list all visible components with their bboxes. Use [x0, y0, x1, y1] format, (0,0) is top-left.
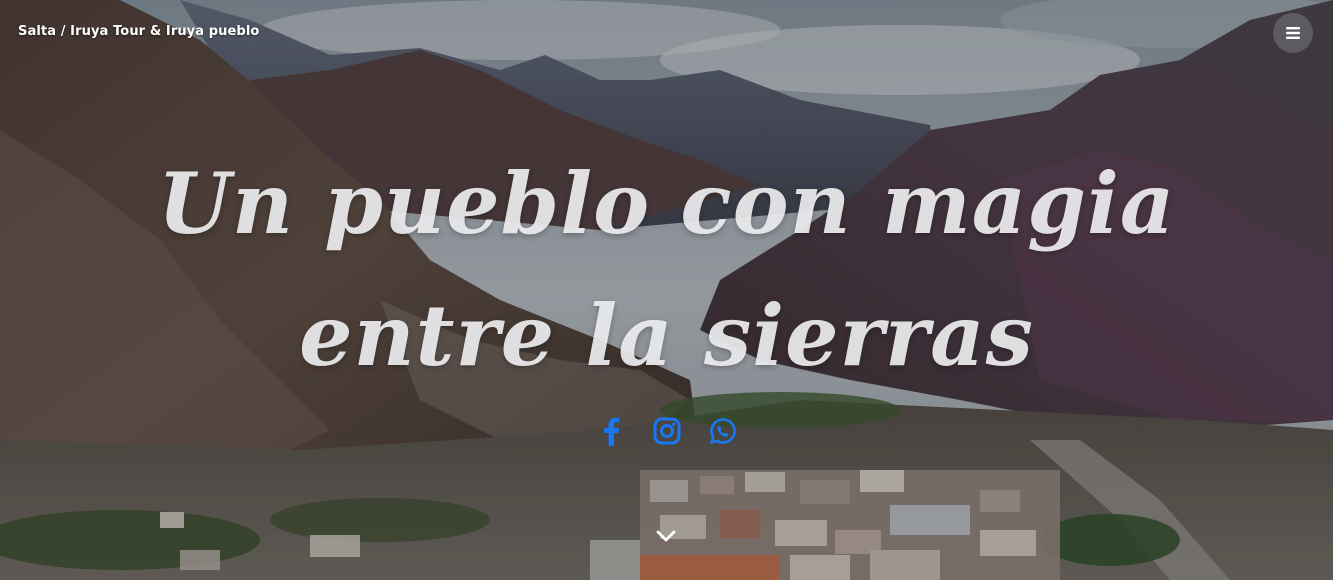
whatsapp-icon — [710, 418, 736, 444]
facebook-link[interactable] — [594, 414, 628, 448]
facebook-icon — [604, 417, 620, 446]
social-links — [594, 414, 740, 448]
hero-headline-line-2: entre la sierras — [299, 286, 1034, 385]
instagram-link[interactable] — [650, 414, 684, 448]
hero-section: Salta / Iruya Tour & Iruya pueblo Un pue… — [0, 0, 1333, 580]
chevron-down-icon — [656, 530, 676, 542]
brand-link[interactable]: Salta / Iruya Tour & Iruya pueblo — [18, 24, 259, 39]
whatsapp-link[interactable] — [706, 414, 740, 448]
instagram-icon — [653, 417, 681, 445]
menu-button[interactable] — [1273, 13, 1313, 53]
scroll-down-button[interactable] — [652, 524, 680, 548]
bars-icon — [1286, 27, 1300, 39]
hero-headline-line-1: Un pueblo con magia — [157, 154, 1176, 253]
hero-headline: Un pueblo con magia entre la sierras — [0, 138, 1333, 402]
